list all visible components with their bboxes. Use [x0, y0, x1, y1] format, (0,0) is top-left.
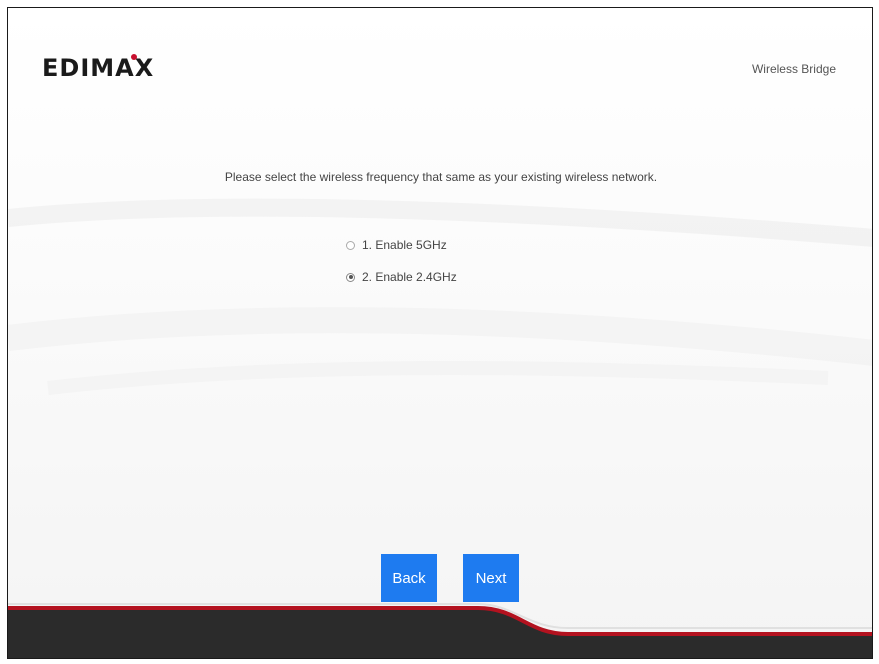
instruction-text: Please select the wireless frequency tha… — [224, 170, 658, 184]
frequency-options: 1. Enable 5GHz 2. Enable 2.4GHz — [346, 236, 457, 300]
option-enable-5ghz[interactable]: 1. Enable 5GHz — [346, 236, 457, 254]
footer-band — [8, 603, 872, 658]
background-swoosh — [8, 198, 872, 395]
radio-2-4ghz[interactable] — [346, 272, 355, 282]
product-title: Wireless Bridge — [751, 62, 836, 76]
option-enable-2-4ghz[interactable]: 2. Enable 2.4GHz — [346, 268, 457, 286]
logo-text: EDIMAX — [42, 54, 155, 82]
logo-dot — [131, 54, 137, 60]
option-label-2-4ghz: 2. Enable 2.4GHz — [362, 270, 457, 284]
edimax-logo: EDIMAX — [42, 54, 192, 86]
radio-5ghz[interactable] — [346, 240, 355, 250]
option-label-5ghz: 1. Enable 5GHz — [362, 238, 447, 252]
setup-wizard-window: EDIMAX Wireless Bridge Please select the… — [7, 7, 873, 659]
